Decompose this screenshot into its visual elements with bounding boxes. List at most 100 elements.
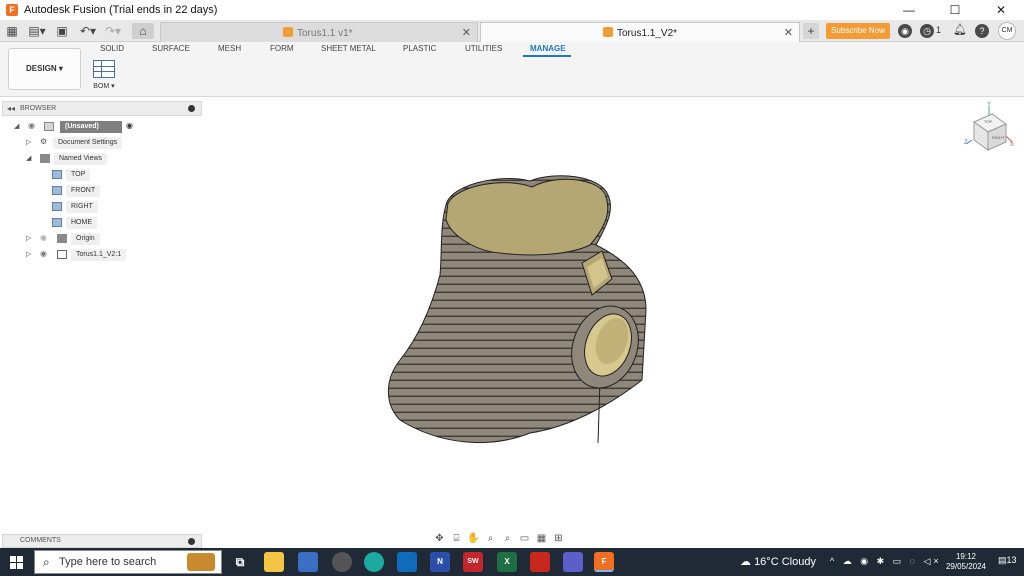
- zoom-icon[interactable]: ⌕: [484, 532, 497, 545]
- windows-start-icon[interactable]: [10, 556, 23, 569]
- notification-center-icon[interactable]: ▤13: [998, 555, 1017, 566]
- extensions-icon[interactable]: ◉: [898, 24, 912, 38]
- collapse-icon[interactable]: ◂◂: [7, 102, 15, 115]
- notifications-icon[interactable]: 🔔︎: [953, 23, 967, 36]
- collapse-arrow-icon[interactable]: ◢: [14, 122, 19, 130]
- tree-item-view-right[interactable]: RIGHT: [52, 201, 112, 213]
- tab-label: Torus1.1 v1*: [297, 28, 353, 39]
- app-n-icon[interactable]: N: [430, 552, 450, 572]
- torus-3d-model[interactable]: [380, 165, 655, 450]
- tree-item-torus-component[interactable]: ▷ ◉ Torus1.1_V2:1: [26, 249, 136, 261]
- bom-table-icon: [93, 60, 115, 78]
- collapse-arrow-icon[interactable]: ◢: [26, 154, 31, 162]
- weather-text: 16°C Cloudy: [754, 556, 816, 568]
- file-menu-icon[interactable]: ▤▾: [28, 23, 46, 39]
- tree-item-view-front[interactable]: FRONT: [52, 185, 112, 197]
- system-tray[interactable]: ^ ☁ ◉ ✱ ▭ ◌ ◁×: [830, 556, 942, 567]
- tab-surface[interactable]: SURFACE: [152, 44, 190, 53]
- task-view-icon[interactable]: ⧉: [230, 552, 250, 572]
- tree-item-label: FRONT: [66, 185, 101, 197]
- expand-arrow-icon[interactable]: ▷: [26, 138, 31, 146]
- subscribe-button[interactable]: Subscribe Now: [826, 23, 890, 39]
- redo-icon[interactable]: ↷▾: [103, 23, 123, 39]
- edge-browser-icon[interactable]: [364, 552, 384, 572]
- tree-item-label: Document Settings: [53, 137, 123, 149]
- file-explorer-icon[interactable]: [264, 552, 284, 572]
- viewports-icon[interactable]: ⊞: [552, 532, 565, 545]
- tree-item-origin[interactable]: ▷ ◉ Origin: [26, 233, 116, 245]
- acrobat-icon[interactable]: [530, 552, 550, 572]
- outlook-icon[interactable]: [397, 552, 417, 572]
- expand-arrow-icon[interactable]: ▷: [26, 250, 31, 258]
- tree-item-label: Named Views: [54, 153, 108, 165]
- close-tab-icon[interactable]: ✕: [784, 26, 793, 39]
- tree-item-named-views[interactable]: ◢ Named Views: [26, 153, 116, 165]
- tab-torus-v1[interactable]: Torus1.1 v1* ✕: [160, 22, 478, 42]
- grid-settings-icon[interactable]: ▦: [535, 532, 548, 545]
- browser-panel-header[interactable]: ◂◂ BROWSER: [2, 101, 202, 116]
- active-tab-indicator: [523, 55, 571, 57]
- bom-button[interactable]: BOM ▾: [90, 60, 118, 90]
- close-button[interactable]: ✕: [978, 0, 1024, 20]
- cloud-icon: ☁: [740, 556, 755, 568]
- undo-icon[interactable]: ↶▾: [78, 23, 98, 39]
- orbit-icon[interactable]: ✥: [433, 532, 446, 545]
- browser-title: BROWSER: [20, 105, 57, 112]
- tab-sheet-metal[interactable]: SHEET METAL: [321, 44, 376, 53]
- cube-face-top: TOP: [984, 119, 993, 124]
- active-radio-icon[interactable]: ◉: [126, 121, 133, 130]
- visibility-eye-icon[interactable]: ◉: [40, 249, 47, 258]
- solidworks-icon[interactable]: SW: [463, 552, 483, 572]
- taskbar-search-input[interactable]: ⌕ Type here to search: [34, 550, 222, 574]
- maximize-button[interactable]: ☐: [932, 0, 978, 20]
- search-icon: ⌕: [43, 555, 50, 569]
- tab-torus-v2[interactable]: Torus1.1_V2* ✕: [480, 22, 800, 42]
- tree-item-view-top[interactable]: TOP: [52, 169, 112, 181]
- app-grid-icon[interactable]: ▦: [6, 23, 18, 39]
- view-cube[interactable]: Y X Z TOP RIGHT: [962, 102, 1016, 158]
- workspace-switcher[interactable]: DESIGN ▾: [8, 48, 81, 90]
- tree-item-view-home[interactable]: HOME: [52, 217, 112, 229]
- fusion-taskbar-icon[interactable]: F: [594, 552, 614, 572]
- tree-root[interactable]: ◢ ◉ (Unsaved) ◉: [14, 121, 134, 133]
- tab-manage[interactable]: MANAGE: [530, 44, 566, 53]
- named-view-icon: [52, 170, 62, 179]
- weather-widget[interactable]: ☁ 16°C Cloudy: [740, 555, 816, 568]
- home-icon[interactable]: ⌂: [132, 23, 154, 39]
- close-tab-icon[interactable]: ✕: [462, 26, 471, 39]
- tree-item-document-settings[interactable]: ▷ ⚙ Document Settings: [26, 137, 136, 149]
- excel-icon[interactable]: X: [497, 552, 517, 572]
- tab-plastic[interactable]: PLASTIC: [403, 44, 436, 53]
- tab-label: Torus1.1_V2*: [617, 28, 678, 39]
- pin-icon[interactable]: [188, 105, 195, 112]
- gear-icon: ⚙: [40, 137, 48, 146]
- pan-icon[interactable]: ✋: [467, 532, 480, 545]
- component-icon: [44, 122, 54, 131]
- pin-icon[interactable]: [188, 538, 195, 545]
- comments-panel[interactable]: COMMENTS: [2, 534, 202, 548]
- system-clock[interactable]: 19:12 29/05/2024: [944, 552, 988, 572]
- tab-form[interactable]: FORM: [270, 44, 294, 53]
- window-title: Autodesk Fusion (Trial ends in 22 days): [24, 4, 218, 16]
- named-view-icon: [52, 186, 62, 195]
- app-icon[interactable]: [332, 552, 352, 572]
- visibility-eye-icon[interactable]: ◉: [28, 121, 35, 130]
- expand-arrow-icon[interactable]: ▷: [26, 234, 31, 242]
- teams-icon[interactable]: [563, 552, 583, 572]
- save-icon[interactable]: ▣: [56, 23, 68, 39]
- tree-item-label: Torus1.1_V2:1: [71, 249, 127, 261]
- avatar[interactable]: CM: [998, 22, 1016, 40]
- hidden-eye-icon[interactable]: ◉: [40, 233, 47, 242]
- look-at-icon[interactable]: ⌸: [450, 532, 463, 545]
- help-icon[interactable]: ?: [975, 24, 989, 38]
- tab-mesh[interactable]: MESH: [218, 44, 241, 53]
- axis-x-label: X: [1010, 142, 1015, 148]
- display-settings-icon[interactable]: ▭: [518, 532, 531, 545]
- minimize-button[interactable]: —: [886, 0, 932, 20]
- tab-utilities[interactable]: UTILITIES: [465, 44, 502, 53]
- job-status-icon[interactable]: ◷: [920, 24, 934, 38]
- tab-solid[interactable]: SOLID: [100, 44, 124, 53]
- new-tab-button[interactable]: +: [803, 23, 819, 39]
- zoom-window-icon[interactable]: ⌕: [501, 532, 514, 545]
- app-icon[interactable]: [298, 552, 318, 572]
